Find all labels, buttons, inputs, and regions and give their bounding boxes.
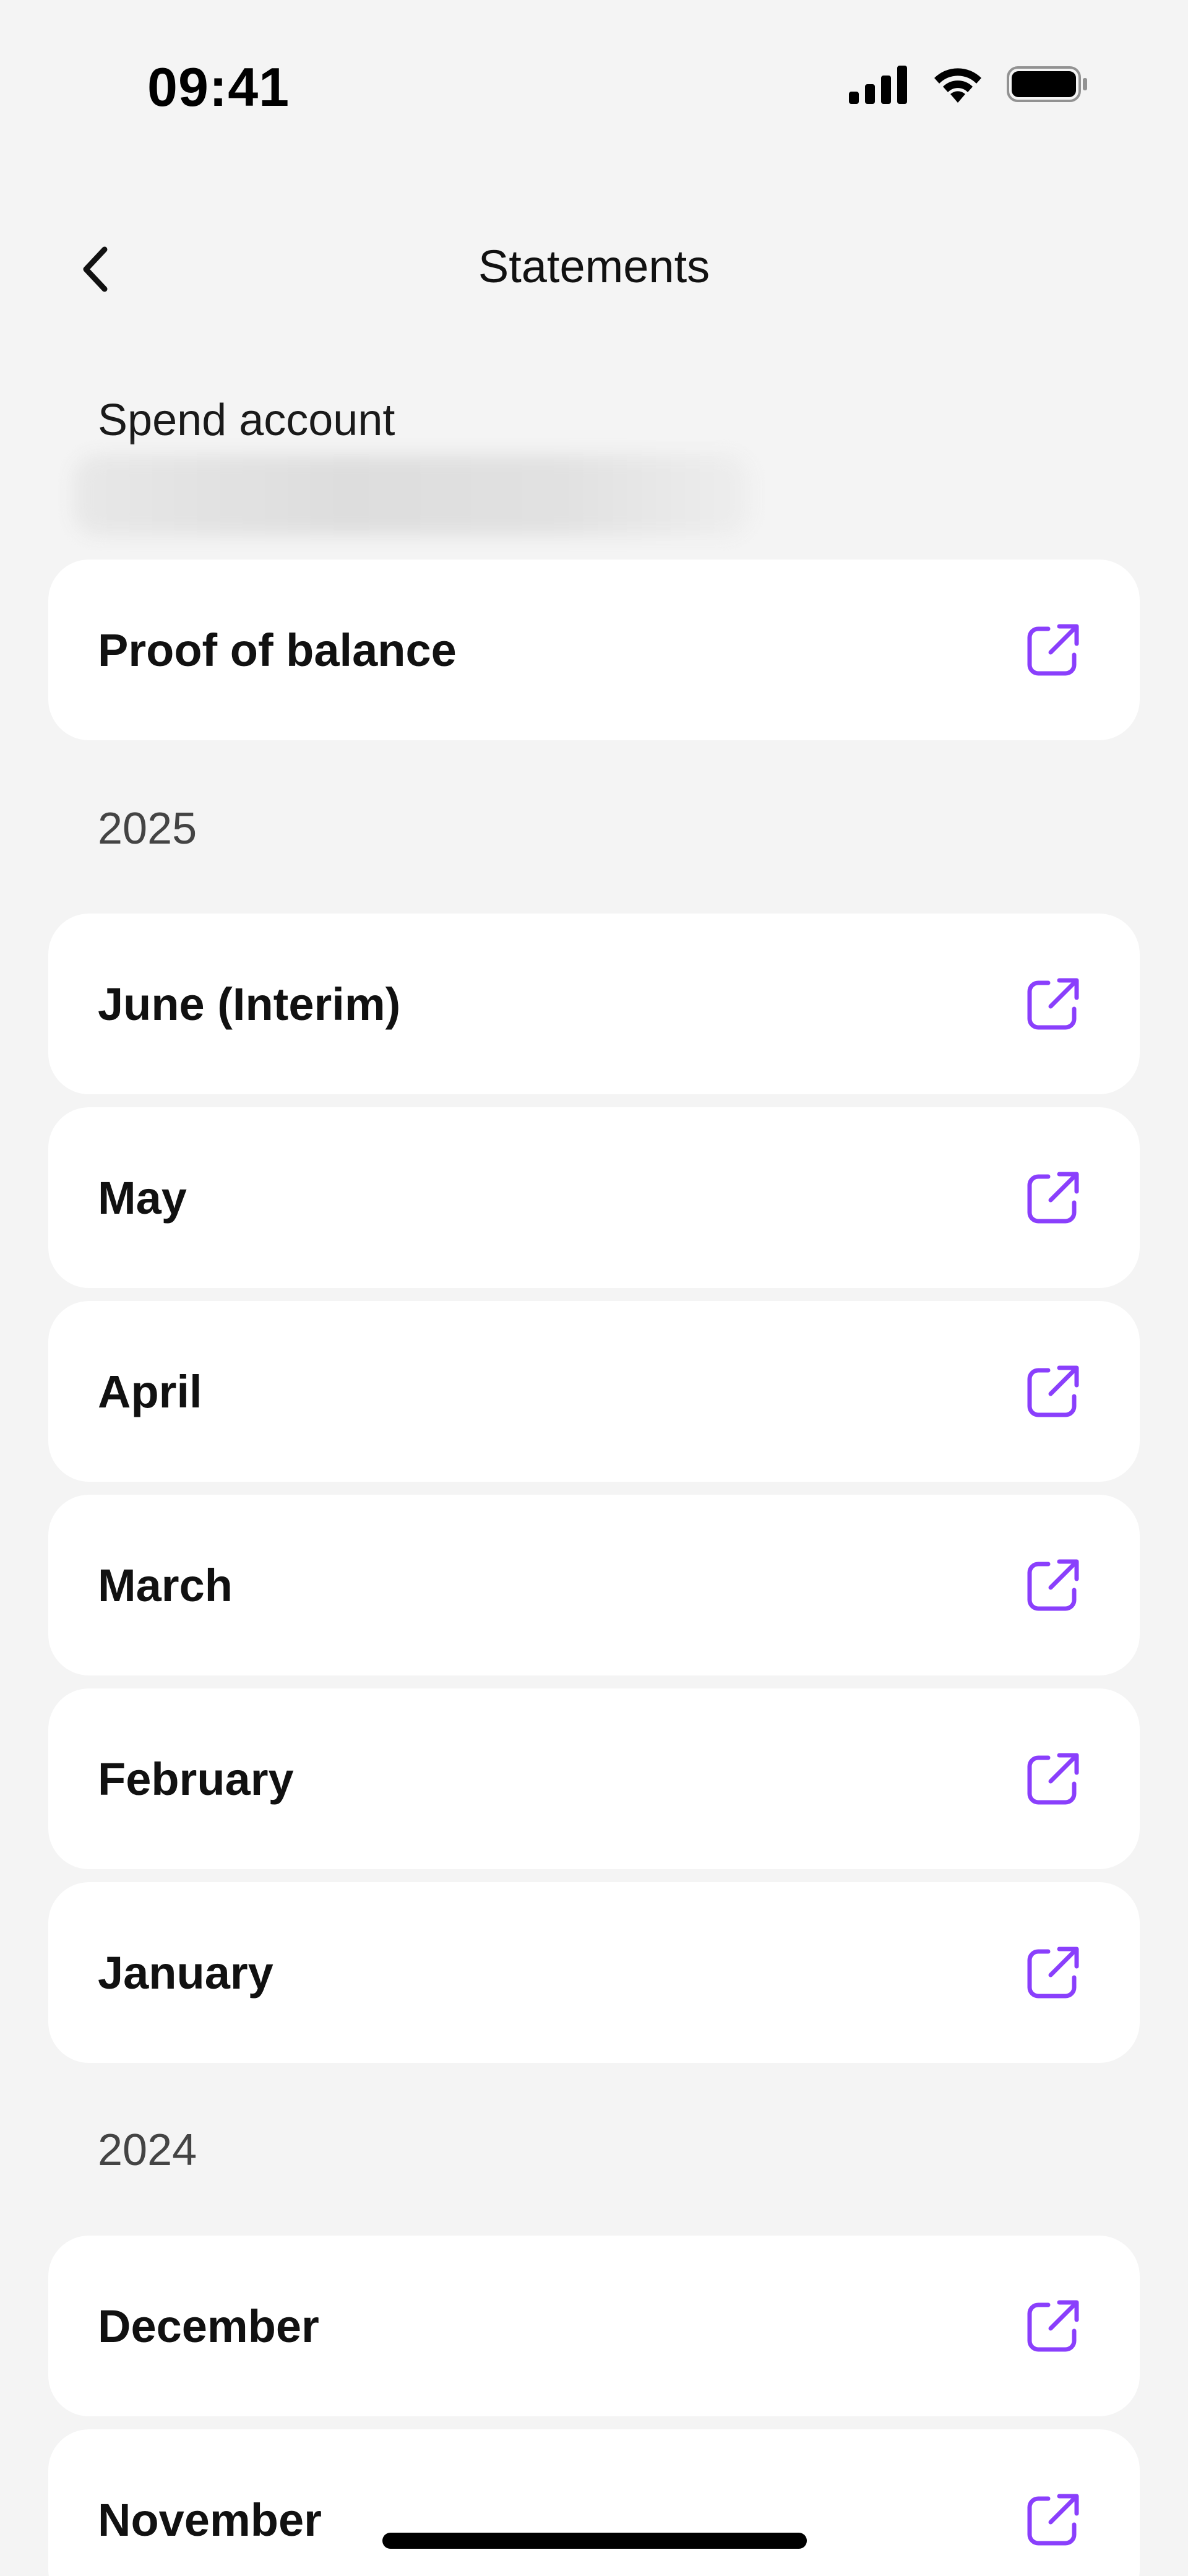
proof-of-balance-row[interactable]: Proof of balance xyxy=(48,560,1140,740)
statement-row[interactable]: November xyxy=(48,2429,1140,2576)
row-label: February xyxy=(98,1753,294,1805)
year-heading-2025: 2025 xyxy=(98,804,197,854)
proof-of-balance-list: Proof of balance xyxy=(48,560,1140,753)
statement-row[interactable]: April xyxy=(48,1301,1140,1482)
row-label: March xyxy=(98,1559,233,1611)
status-icons xyxy=(848,64,1089,104)
wifi-icon xyxy=(934,68,981,103)
year-heading-2024: 2024 xyxy=(98,2125,197,2175)
external-link-icon xyxy=(1027,624,1079,676)
nav-bar: Statements xyxy=(0,223,1188,316)
statement-row[interactable]: May xyxy=(48,1107,1140,1288)
row-label: December xyxy=(98,2300,319,2352)
row-label: April xyxy=(98,1365,202,1417)
external-link-icon xyxy=(1027,1947,1079,1999)
external-link-icon xyxy=(1027,1559,1079,1611)
external-link-icon xyxy=(1027,2300,1079,2352)
statements-list-2025: June (Interim) May April March February … xyxy=(48,914,1140,2076)
external-link-icon xyxy=(1027,1365,1079,1417)
row-label: June (Interim) xyxy=(98,978,401,1030)
statement-row[interactable]: March xyxy=(48,1495,1140,1675)
page-title: Statements xyxy=(478,241,710,292)
external-link-icon xyxy=(1027,2494,1079,2546)
row-label: November xyxy=(98,2494,322,2546)
external-link-icon xyxy=(1027,1172,1079,1224)
row-label: Proof of balance xyxy=(98,624,457,676)
status-time: 09:41 xyxy=(147,56,290,118)
status-bar: 09:41 xyxy=(0,0,1188,149)
home-indicator[interactable] xyxy=(382,2533,807,2549)
row-label: January xyxy=(98,1947,273,1999)
statement-row[interactable]: February xyxy=(48,1688,1140,1869)
statements-list-2024: December November xyxy=(48,2236,1140,2576)
external-link-icon xyxy=(1027,1753,1079,1805)
cellular-signal-icon xyxy=(849,66,907,104)
account-number-redacted xyxy=(73,455,751,535)
statement-row[interactable]: June (Interim) xyxy=(48,914,1140,1094)
account-label: Spend account xyxy=(98,395,395,445)
statements-screen: 09:41 Statements Spend account Proof of … xyxy=(0,0,1188,2576)
statement-row[interactable]: January xyxy=(48,1882,1140,2063)
external-link-icon xyxy=(1027,978,1079,1030)
battery-icon xyxy=(1007,66,1087,102)
row-label: May xyxy=(98,1172,187,1224)
statement-row[interactable]: December xyxy=(48,2236,1140,2416)
